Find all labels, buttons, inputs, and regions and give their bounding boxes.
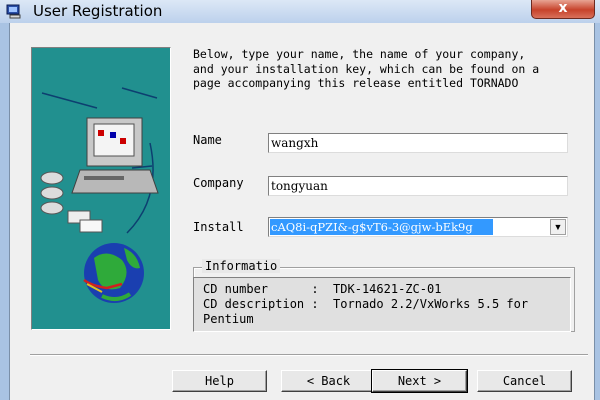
back-button[interactable]: < Back bbox=[281, 370, 376, 392]
computer-globe-illustration bbox=[31, 47, 171, 330]
close-button[interactable]: x bbox=[531, 0, 595, 19]
registration-window: User Registration x Below, type your nam… bbox=[0, 0, 600, 400]
cancel-button[interactable]: Cancel bbox=[477, 370, 572, 392]
button-separator bbox=[30, 354, 588, 356]
window-title: User Registration bbox=[33, 2, 163, 20]
title-bar[interactable]: User Registration x bbox=[0, 0, 600, 23]
setup-app-icon bbox=[6, 4, 21, 19]
chevron-down-icon[interactable]: ▼ bbox=[550, 219, 566, 235]
install-label: Install bbox=[193, 220, 244, 234]
install-key-combo[interactable]: cAQ8i-qPZI&-g$vT6-3@gjw-bEk9g ▼ bbox=[268, 217, 568, 237]
company-field[interactable]: tongyuan bbox=[268, 176, 568, 196]
information-legend: Informatio bbox=[202, 259, 281, 273]
dialog-body: Below, type your name, the name of your … bbox=[9, 23, 595, 400]
name-field[interactable]: wangxh bbox=[268, 133, 568, 153]
information-text: CD number : TDK-14621-ZC-01 CD descripti… bbox=[193, 277, 571, 332]
name-label: Name bbox=[193, 133, 222, 147]
intro-text: Below, type your name, the name of your … bbox=[193, 47, 540, 92]
company-label: Company bbox=[193, 176, 244, 190]
next-button[interactable]: Next > bbox=[371, 369, 468, 393]
help-button[interactable]: Help bbox=[172, 370, 267, 392]
install-key-value[interactable]: cAQ8i-qPZI&-g$vT6-3@gjw-bEk9g bbox=[270, 219, 493, 235]
